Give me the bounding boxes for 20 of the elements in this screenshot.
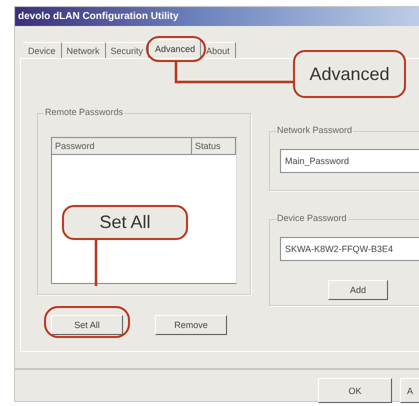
add-button[interactable]: Add	[328, 280, 388, 300]
window-title: devolo dLAN Configuration Utility	[18, 11, 179, 22]
dialog-button[interactable]: Remove	[155, 315, 227, 335]
dialog-button[interactable]: OK	[318, 378, 392, 403]
dialog-button[interactable]: Set All	[51, 315, 123, 335]
column-header[interactable]: Status	[192, 138, 236, 155]
device-password-field[interactable]: SKWA-K8W2-FFQW-B3E4	[280, 237, 419, 261]
dialog-button[interactable]: A	[400, 378, 419, 403]
tab[interactable]: Advanced	[149, 39, 202, 58]
tab[interactable]: Security	[106, 42, 150, 58]
callout-label: Advanced	[293, 50, 406, 98]
network-password-field[interactable]: Main_Password	[280, 149, 419, 173]
tab[interactable]: About	[201, 42, 236, 58]
group-title: Network Password	[276, 125, 354, 135]
group-title: Device Password	[276, 213, 348, 223]
callout-label: Set All	[62, 205, 188, 240]
column-header[interactable]: Password	[52, 138, 192, 155]
tab[interactable]: Device	[23, 42, 62, 58]
tab[interactable]: Network	[62, 42, 106, 58]
group-title: Remote Passwords	[44, 107, 124, 117]
